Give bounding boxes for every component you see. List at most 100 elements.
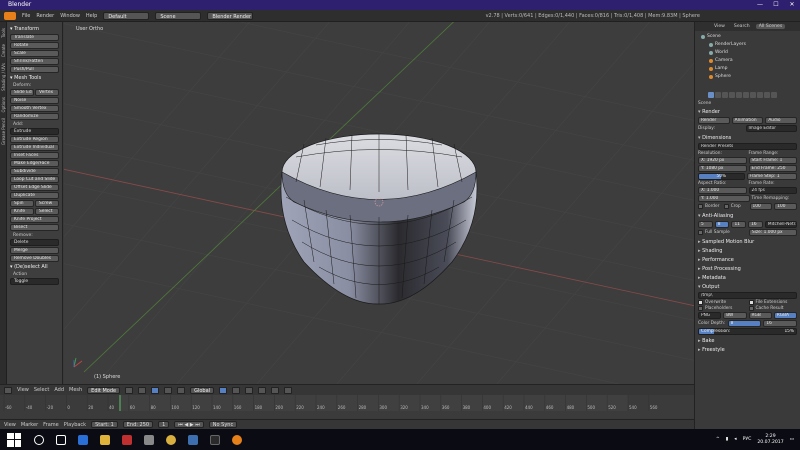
chrome-icon[interactable] bbox=[166, 434, 176, 445]
full-sample-checkbox[interactable] bbox=[698, 230, 703, 235]
remove-doubles-button[interactable]: Remove Doubles bbox=[10, 255, 59, 262]
output-panel-header[interactable]: Output bbox=[698, 284, 797, 290]
knife-button[interactable]: Knife bbox=[10, 208, 34, 215]
aa-samples-5[interactable]: 5 bbox=[698, 221, 713, 228]
color-depth-8-button[interactable]: 8 bbox=[727, 320, 762, 327]
language-indicator[interactable]: РУС bbox=[743, 437, 752, 442]
animation-button[interactable]: Animation bbox=[731, 117, 764, 124]
vertex-select-icon[interactable] bbox=[219, 386, 228, 394]
app-gray-icon[interactable] bbox=[144, 434, 154, 445]
timeline-menu-view[interactable]: View bbox=[4, 422, 16, 428]
timeline-menu-playback[interactable]: Playback bbox=[64, 422, 86, 428]
timeline-menu-frame[interactable]: Frame bbox=[43, 422, 59, 428]
pivot-point-icon[interactable] bbox=[138, 386, 147, 394]
post-processing-panel-header[interactable]: Post Processing bbox=[698, 266, 797, 272]
mode-selector[interactable]: Edit Mode bbox=[87, 386, 121, 394]
app-blue-icon[interactable] bbox=[188, 434, 198, 445]
shading-panel-header[interactable]: Shading bbox=[698, 248, 797, 254]
playback-controls[interactable]: ⏮ ◀ ▶ ⏭ bbox=[174, 421, 204, 428]
file-format-dropdown[interactable]: PNG bbox=[698, 312, 722, 319]
spin-button[interactable]: Spin bbox=[10, 200, 34, 207]
vertex-slide-button[interactable]: Vertex bbox=[35, 89, 59, 96]
render-engine-selector[interactable]: Blender Render bbox=[207, 11, 254, 20]
extrude-region-button[interactable]: Extrude Region bbox=[10, 136, 59, 143]
slide-edge-button[interactable]: Slide Ed bbox=[10, 89, 34, 96]
maximize-button[interactable]: ☐ bbox=[768, 0, 784, 10]
screw-button[interactable]: Screw bbox=[35, 200, 59, 207]
motion-blur-panel-header[interactable]: Sampled Motion Blur bbox=[698, 239, 797, 245]
file-explorer-icon[interactable] bbox=[100, 434, 110, 445]
dimensions-panel-header[interactable]: Dimensions bbox=[698, 135, 797, 141]
transform-panel-header[interactable]: ▾ Transform bbox=[10, 26, 59, 32]
menu-window[interactable]: Window bbox=[60, 13, 80, 19]
resolution-x-field[interactable]: X: 1920 px bbox=[698, 157, 747, 164]
freestyle-panel-header[interactable]: Freestyle bbox=[698, 347, 797, 353]
tab-options[interactable]: Options bbox=[1, 97, 6, 112]
time-remap-old-field[interactable]: 100 bbox=[749, 203, 773, 210]
proportional-edit-icon[interactable] bbox=[258, 386, 267, 394]
app-dark-icon[interactable] bbox=[210, 434, 220, 445]
knife-project-button[interactable]: Knife Project bbox=[10, 216, 59, 223]
menu-view[interactable]: View bbox=[17, 387, 29, 393]
timeline-menu-marker[interactable]: Marker bbox=[21, 422, 38, 428]
noise-button[interactable]: Noise bbox=[10, 97, 59, 104]
shrink-fatten-button[interactable]: Shrink/Fatten bbox=[10, 58, 59, 65]
windows-start-icon[interactable] bbox=[7, 432, 21, 447]
make-edge-face-button[interactable]: Make Edge/Face bbox=[10, 160, 59, 167]
minimize-button[interactable]: — bbox=[752, 0, 768, 10]
overwrite-checkbox[interactable] bbox=[698, 300, 703, 305]
color-rgba-button[interactable]: RGBA bbox=[773, 312, 797, 319]
aspect-y-field[interactable]: Y: 1.000 bbox=[698, 195, 750, 202]
operator-panel-header[interactable]: ▾ (De)select All bbox=[10, 264, 59, 270]
frame-step-field[interactable]: Frame Step: 1 bbox=[746, 173, 797, 180]
bisect-button[interactable]: Bisect bbox=[10, 224, 59, 231]
outliner-item-sphere[interactable]: Sphere bbox=[709, 74, 731, 79]
manipulator-icon[interactable] bbox=[151, 386, 160, 394]
aa-filter-dropdown[interactable]: Mitchell-Netravali bbox=[764, 221, 798, 228]
outliner-search-menu[interactable]: Search bbox=[731, 24, 753, 29]
render-panel-header[interactable]: Render bbox=[698, 109, 797, 115]
app-red-icon[interactable] bbox=[122, 434, 132, 445]
metadata-panel-header[interactable]: Metadata bbox=[698, 275, 797, 281]
layout-selector[interactable]: Default bbox=[103, 11, 150, 20]
rotate-manipulator-icon[interactable] bbox=[177, 386, 186, 394]
menu-mesh[interactable]: Mesh bbox=[69, 387, 82, 393]
end-frame-field[interactable]: End: 250 bbox=[122, 421, 154, 428]
color-rgb-button[interactable]: RGB bbox=[748, 312, 772, 319]
anti-aliasing-panel-header[interactable]: Anti-Aliasing bbox=[698, 213, 797, 219]
properties-context-tabs[interactable] bbox=[698, 92, 797, 98]
outliner-item-camera[interactable]: Camera bbox=[709, 58, 733, 63]
edge-select-icon[interactable] bbox=[232, 386, 241, 394]
knife-select-button[interactable]: Select bbox=[35, 208, 59, 215]
mesh-tools-panel-header[interactable]: ▾ Mesh Tools bbox=[10, 75, 59, 81]
output-path-field[interactable]: /tmp\ bbox=[698, 292, 797, 299]
tab-create[interactable]: Create bbox=[1, 44, 6, 57]
outliner-view-menu[interactable]: View bbox=[711, 24, 728, 29]
close-button[interactable]: ✕ bbox=[784, 0, 800, 10]
offset-edge-slide-button[interactable]: Offset Edge Slide bbox=[10, 184, 59, 191]
push-pull-button[interactable]: Push/Pull bbox=[10, 66, 59, 73]
start-frame-prop-field[interactable]: Start Frame: 1 bbox=[748, 157, 797, 164]
network-icon[interactable]: ▮ bbox=[726, 437, 729, 442]
blender-taskbar-icon[interactable] bbox=[232, 434, 242, 445]
task-view-icon[interactable] bbox=[56, 434, 66, 445]
volume-icon[interactable]: ◂ bbox=[734, 437, 736, 442]
timeline-ruler[interactable]: -60 -40 -20 0 20 40 60 80 100 120 140 160 180 200 220 2… bbox=[0, 395, 694, 411]
duplicate-button[interactable]: Duplicate bbox=[10, 192, 59, 199]
blender-logo-icon[interactable] bbox=[4, 11, 16, 20]
resolution-y-field[interactable]: Y: 1080 px bbox=[698, 165, 747, 172]
end-frame-prop-field[interactable]: End Frame: 250 bbox=[748, 165, 797, 172]
viewport-shading-icon[interactable] bbox=[125, 386, 134, 394]
sync-dropdown[interactable]: No Sync bbox=[208, 421, 238, 428]
editor-type-icon[interactable] bbox=[4, 386, 12, 394]
performance-panel-header[interactable]: Performance bbox=[698, 257, 797, 263]
face-select-icon[interactable] bbox=[245, 386, 254, 394]
color-depth-16-button[interactable]: 16 bbox=[763, 320, 798, 327]
loop-cut-button[interactable]: Loop Cut and Slide bbox=[10, 176, 59, 183]
time-remap-new-field[interactable]: 100 bbox=[774, 203, 797, 210]
aa-samples-11[interactable]: 11 bbox=[731, 221, 747, 228]
notifications-icon[interactable]: ▭ bbox=[790, 437, 794, 442]
border-checkbox[interactable] bbox=[698, 204, 703, 209]
placeholders-checkbox[interactable] bbox=[698, 306, 703, 311]
render-preview-icon[interactable] bbox=[284, 386, 293, 394]
